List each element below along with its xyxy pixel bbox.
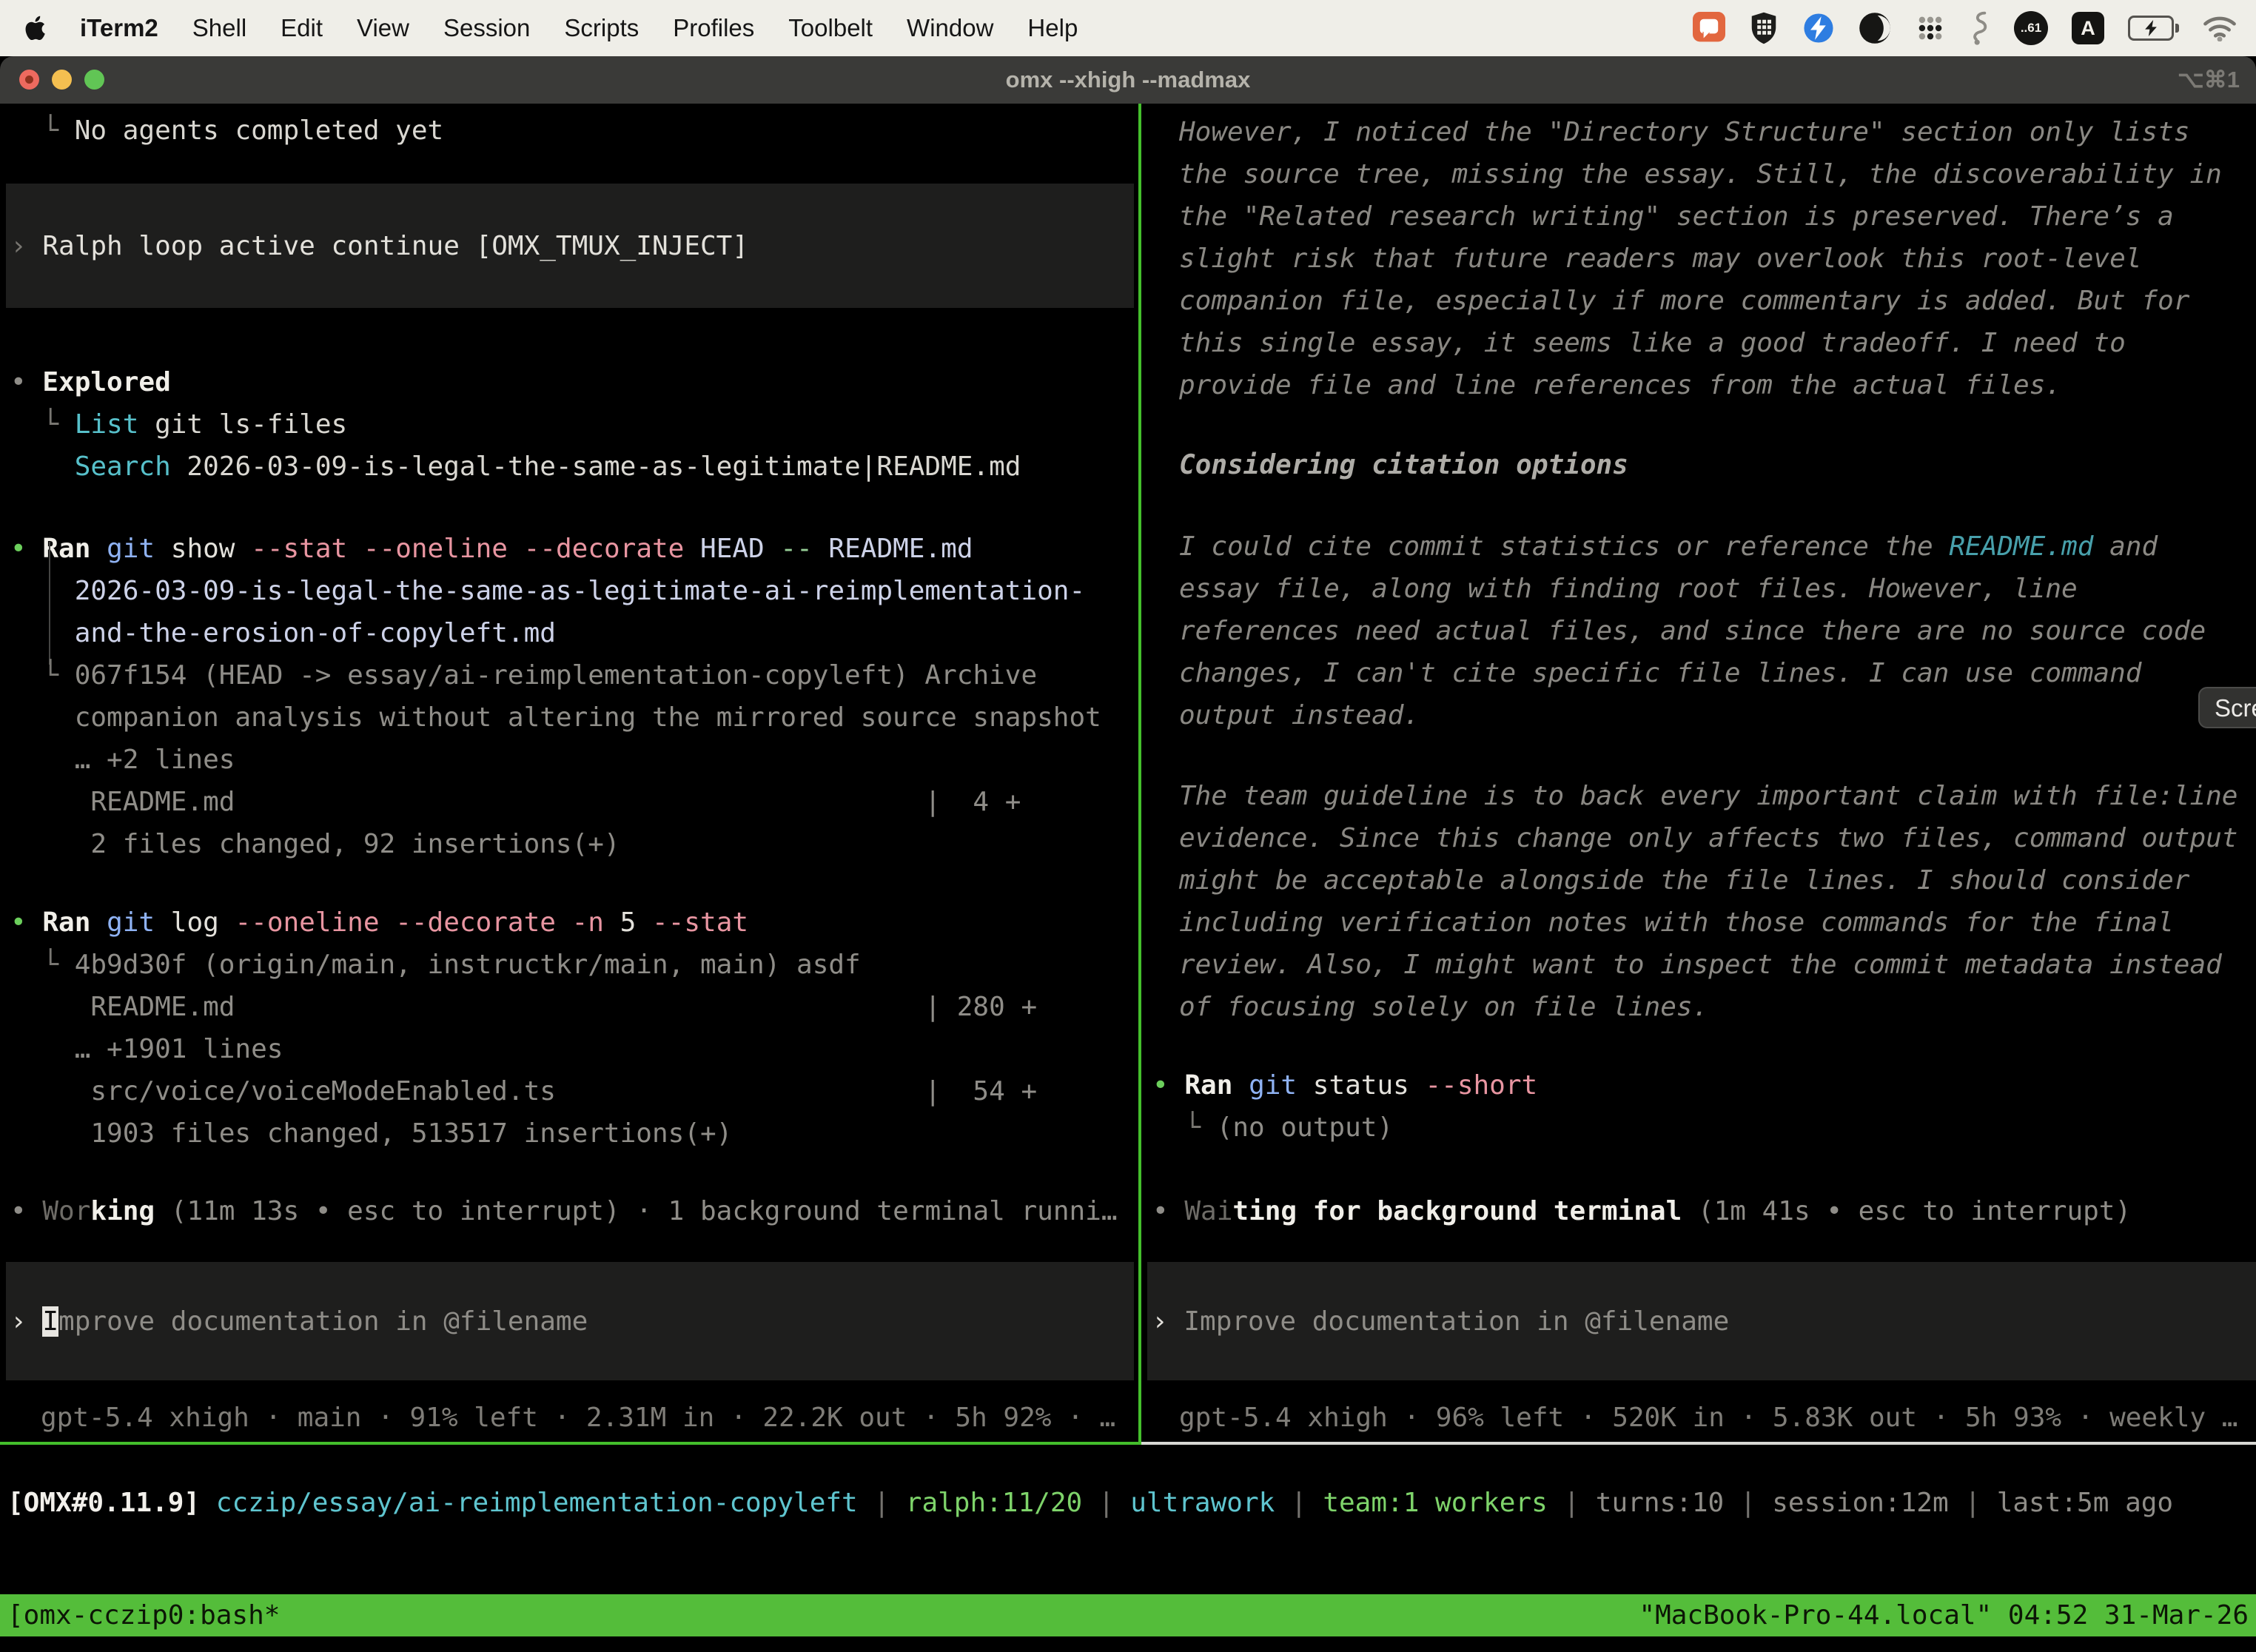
- agents-status-line: └ No agents completed yet: [10, 110, 443, 152]
- bolt-badge-icon[interactable]: [1802, 12, 1835, 44]
- inject-input-box[interactable]: › Ralph loop active continue [OMX_TMUX_I…: [6, 184, 1134, 308]
- reasoning-para3-line3: might be acceptable alongside the file l…: [1179, 859, 2189, 901]
- reasoning-para2-line2: essay file, along with finding root file…: [1179, 568, 2078, 610]
- git-log-command: • Ran git log --oneline --decorate -n 5 …: [10, 901, 748, 944]
- right-pane-border: [1141, 1442, 2256, 1445]
- right-prompt-text: › Improve documentation in @filename: [1152, 1300, 1729, 1343]
- reasoning-para2-line5: output instead.: [1179, 694, 1420, 736]
- explored-header: • Explored: [10, 361, 171, 403]
- git-status-command: • Ran git status --short: [1152, 1064, 1537, 1107]
- reasoning-para1-line1: However, I noticed the "Directory Struct…: [1179, 111, 2189, 153]
- git-show-output-5: 2 files changed, 92 insertions(+): [10, 823, 620, 865]
- git-log-output-1: └ 4b9d30f (origin/main, instructkr/main,…: [10, 944, 861, 986]
- shield-grid-icon[interactable]: [1749, 11, 1779, 45]
- left-prompt-text: › Improve documentation in @filename: [10, 1300, 588, 1343]
- crescent-icon[interactable]: [1859, 12, 1891, 44]
- explored-search-line: Search 2026-03-09-is-legal-the-same-as-l…: [10, 446, 1021, 488]
- reasoning-para3-line6: of focusing solely on file lines.: [1179, 986, 1708, 1028]
- inject-text: › Ralph loop active continue [OMX_TMUX_I…: [10, 225, 748, 267]
- git-log-output-5: 1903 files changed, 513517 insertions(+): [10, 1112, 732, 1155]
- left-model-status-line: gpt-5.4 xhigh · main · 91% left · 2.31M …: [41, 1397, 1115, 1439]
- pane-divider[interactable]: [1138, 104, 1141, 1445]
- explored-list-line: └ List git ls-files: [10, 403, 347, 446]
- menu-scripts[interactable]: Scripts: [564, 14, 639, 42]
- menu-window[interactable]: Window: [907, 14, 993, 42]
- battery-percent-badge[interactable]: ..61: [2014, 11, 2048, 45]
- left-pane-border: [0, 1442, 1138, 1445]
- git-log-output-2: README.md | 280 +: [10, 986, 1037, 1028]
- menu-view[interactable]: View: [357, 14, 409, 42]
- git-log-output-3: … +1901 lines: [10, 1028, 283, 1070]
- tmux-status-bar: [omx-cczip0:bash* "MacBook-Pro-44.local"…: [0, 1594, 2256, 1636]
- menu-shell[interactable]: Shell: [192, 14, 246, 42]
- omx-status-bar: [OMX#0.11.9] cczip/essay/ai-reimplementa…: [7, 1482, 2173, 1524]
- working-status-line: • Working (11m 13s • esc to interrupt) ·…: [10, 1190, 1118, 1232]
- text-cursor: I: [42, 1306, 58, 1337]
- git-show-output-3: … +2 lines: [10, 739, 235, 781]
- apple-icon[interactable]: [24, 15, 46, 41]
- reasoning-para1-line3: the "Related research writing" section i…: [1179, 195, 2174, 238]
- messages-icon[interactable]: [1693, 12, 1725, 44]
- window-title: omx --xhigh --madmax: [0, 56, 2256, 104]
- right-prompt-input[interactable]: › Improve documentation in @filename: [1147, 1262, 2256, 1380]
- git-log-output-4: src/voice/voiceModeEnabled.ts | 54 +: [10, 1070, 1037, 1112]
- tmux-host-clock: "MacBook-Pro-44.local" 04:52 31-Mar-26: [1639, 1594, 2249, 1636]
- reasoning-para3-line4: including verification notes with those …: [1179, 901, 2174, 944]
- menu-help[interactable]: Help: [1027, 14, 1078, 42]
- window-shortcut: ⌥⌘1: [2178, 56, 2240, 104]
- wifi-icon[interactable]: [2203, 15, 2237, 41]
- menu-iterm2[interactable]: iTerm2: [80, 14, 158, 42]
- terminal-content: └ No agents completed yet › Ralph loop a…: [0, 104, 2256, 1652]
- git-show-output-4: README.md | 4 +: [10, 781, 1021, 823]
- reasoning-heading: Considering citation options: [1179, 444, 1628, 486]
- reasoning-para2-line3: references need actual files, and since …: [1179, 610, 2206, 652]
- tmux-session-label[interactable]: [omx-cczip0:bash*: [7, 1594, 280, 1636]
- git-show-output-2: companion analysis without altering the …: [10, 696, 1101, 739]
- menu-edit[interactable]: Edit: [281, 14, 323, 42]
- window-title-bar: omx --xhigh --madmax ⌥⌘1: [0, 56, 2256, 104]
- left-prompt-input[interactable]: › Improve documentation in @filename: [6, 1262, 1134, 1380]
- right-model-status-line: gpt-5.4 xhigh · 96% left · 520K in · 5.8…: [1179, 1397, 2237, 1439]
- macos-menu-bar: iTerm2 Shell Edit View Session Scripts P…: [0, 0, 2256, 56]
- reasoning-para3-line5: review. Also, I might want to inspect th…: [1179, 944, 2222, 986]
- reasoning-para1-line6: this single essay, it seems like a good …: [1179, 322, 2126, 364]
- reasoning-para2-line4: changes, I can't cite specific file line…: [1179, 652, 2141, 694]
- git-show-arg-wrap1: 2026-03-09-is-legal-the-same-as-legitima…: [10, 570, 1085, 612]
- git-show-command: • Ran git show --stat --oneline --decora…: [10, 528, 973, 570]
- git-show-arg-wrap2: and-the-erosion-of-copyleft.md: [10, 612, 556, 654]
- menu-toolbelt[interactable]: Toolbelt: [788, 14, 873, 42]
- git-status-output: └ (no output): [1152, 1107, 1393, 1149]
- menu-items: iTerm2 Shell Edit View Session Scripts P…: [0, 14, 1078, 42]
- input-source-badge[interactable]: A: [2072, 12, 2104, 44]
- battery-icon[interactable]: [2128, 16, 2179, 41]
- dots-grid-icon[interactable]: [1915, 13, 1946, 44]
- menu-status-icons: ..61 A: [1693, 11, 2256, 45]
- waiting-status-line: • Waiting for background terminal (1m 41…: [1152, 1190, 2131, 1232]
- screen-tooltip: Scre: [2198, 687, 2256, 728]
- reasoning-para3-line2: evidence. Since this change only affects…: [1179, 817, 2237, 859]
- reasoning-para3-line1: The team guideline is to back every impo…: [1179, 775, 2237, 817]
- menu-profiles[interactable]: Profiles: [673, 14, 754, 42]
- reasoning-para1-line7: provide file and line references from th…: [1179, 364, 2061, 406]
- reasoning-para1-line5: companion file, especially if more comme…: [1179, 280, 2189, 322]
- reasoning-para2-line1: I could cite commit statistics or refere…: [1179, 526, 2158, 568]
- squiggle-icon[interactable]: [1970, 11, 1990, 45]
- git-show-output-1: └ 067f154 (HEAD -> essay/ai-reimplementa…: [10, 654, 1037, 696]
- reasoning-para1-line2: the source tree, missing the essay. Stil…: [1179, 153, 2222, 195]
- reasoning-para1-line4: slight risk that future readers may over…: [1179, 238, 2141, 280]
- menu-session[interactable]: Session: [443, 14, 530, 42]
